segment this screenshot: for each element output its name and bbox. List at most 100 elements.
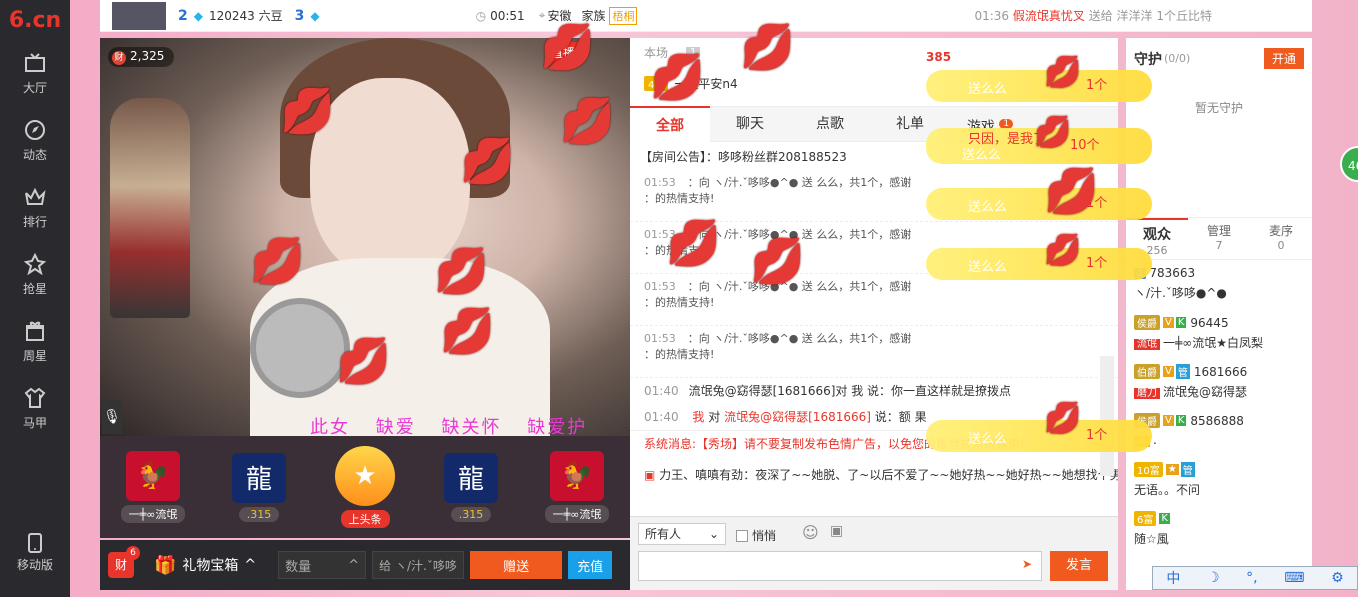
nav-item-hall[interactable]: 大厅	[0, 40, 70, 107]
scene-value: 385	[926, 50, 952, 64]
nav-item-grab-star[interactable]: 抢星	[0, 241, 70, 308]
k-icon: K	[1175, 415, 1187, 426]
whisper-checkbox[interactable]	[736, 529, 748, 542]
gift-item[interactable]: 龍 .315	[426, 452, 516, 522]
overlay-word: 缺爱护	[527, 417, 588, 438]
msg-user[interactable]: 流氓兔@窈得瑟	[724, 410, 808, 424]
ticker-time: 01:36	[974, 9, 1010, 23]
msg-line2: ：的热情支持!	[644, 192, 715, 205]
user-id: 8586888	[1190, 413, 1244, 428]
tab-all[interactable]: 全部	[630, 106, 710, 142]
send-message-button[interactable]: 发言	[1050, 551, 1108, 581]
msg-time: 01:53	[644, 280, 676, 293]
recipient-value: ヽ/汁.ˇ哆哆	[395, 558, 457, 573]
compass-icon	[23, 118, 47, 142]
kiss-icon: 💋	[250, 236, 305, 287]
user-name: ヽ/汁.ˇ哆哆●^●	[1134, 286, 1227, 300]
nav-label: 周星	[22, 349, 47, 363]
gift-item[interactable]: 🐓 一╪∞流氓	[108, 451, 198, 523]
nav-item-week-star[interactable]: 周星	[0, 308, 70, 375]
keyboard-icon[interactable]: ⌨	[1284, 570, 1304, 586]
k-icon: K	[1175, 317, 1187, 328]
kiss-icon: 💋	[560, 96, 615, 147]
audience-user[interactable]: 2783663 ヽ/汁.ˇ哆哆●^●	[1126, 260, 1312, 309]
ime-toolbar: 中 ☽ °, ⌨ ⚙	[1152, 566, 1358, 590]
host-avatar[interactable]	[112, 1, 166, 30]
recharge-label: 充值	[577, 559, 604, 575]
tab-mic-queue[interactable]: 麦序 0	[1250, 218, 1312, 259]
tray-item[interactable]: 中	[1166, 568, 1180, 588]
wealth-button[interactable]: 财6	[108, 546, 140, 578]
popup-count: 10个	[1070, 138, 1100, 153]
audience-user[interactable]: 伯爵 V 管 1681666 磨刀 流氓兔@窈得瑟	[1126, 358, 1312, 407]
location-icon: ⌖	[538, 8, 546, 22]
user-tag: 流氓	[1134, 339, 1160, 350]
user-id: 1681666	[1193, 364, 1248, 379]
popup-text: 送么么	[968, 82, 1008, 97]
chat-message: 01:53 ：向 ヽ/汁.ˇ哆哆●^● 送 么么，共1个，感谢 ：的热情支持!	[630, 274, 1118, 326]
emoji-icon[interactable]: ☺	[802, 523, 819, 542]
left-nav: 6.cn 大厅 动态 排行 抢星 周星 马甲 移动版	[0, 0, 70, 597]
side-float-badge[interactable]: 46	[1340, 146, 1358, 182]
star-icon	[23, 252, 47, 276]
audience-user[interactable]: 侯爵 V K 96445 流氓 一╪∞流氓★白凤梨	[1126, 309, 1312, 358]
wealth-badge[interactable]: 财 2,325	[108, 47, 175, 67]
site-logo[interactable]: 6.cn	[0, 0, 70, 40]
quantity-input[interactable]: 数量 ^	[278, 551, 367, 579]
wealth-button-label: 财	[114, 558, 127, 572]
chevron-down-icon: ⌄	[708, 527, 719, 541]
chat-scrollbar[interactable]	[1100, 356, 1114, 476]
nav-item-vest[interactable]: 马甲	[0, 375, 70, 442]
kiss-icon: 💋	[1044, 55, 1082, 90]
vip-icon: V	[1163, 317, 1174, 328]
send-gift-button[interactable]: 赠送	[470, 551, 563, 579]
audience-user[interactable]: 侯爵VK8586888 人.	[1126, 407, 1312, 456]
gift-item[interactable]: 🐓 一╪∞流氓	[532, 451, 622, 523]
moon-icon[interactable]: ☽	[1207, 570, 1220, 586]
user-id: 783663	[1149, 266, 1196, 280]
microphone	[250, 298, 350, 398]
family-tag[interactable]: 梧桐	[609, 6, 638, 25]
live-duration: 00:51	[490, 8, 525, 23]
gift-label: 一╪∞流氓	[544, 505, 610, 523]
whisper-toggle[interactable]: 悄悄	[736, 527, 776, 544]
tab-song[interactable]: 点歌	[790, 106, 870, 142]
audience-user[interactable]: 10富 ★ 管 无语。。不问	[1126, 456, 1312, 505]
chevron-up-icon: ^	[348, 557, 360, 573]
tab-admin[interactable]: 管理 7	[1188, 218, 1250, 259]
recharge-button[interactable]: 充值	[568, 551, 613, 579]
microphone-icon[interactable]: 🎙	[102, 400, 122, 434]
k-icon: K	[1159, 513, 1170, 524]
broadcast-user[interactable]: 力王、嗔嗔有劲	[659, 468, 743, 482]
tv-icon	[23, 51, 47, 75]
gift-item-headline[interactable]: ★ 上头条	[320, 446, 410, 528]
tab-chat[interactable]: 聊天	[710, 106, 790, 142]
chevron-up-icon: ^	[244, 557, 257, 573]
chat-target-select[interactable]: 所有人 ⌄	[638, 523, 726, 545]
gift-item[interactable]: 龍 .315	[214, 452, 304, 522]
guard-section: 守护 (0/0) 开通 暂无守护	[1126, 38, 1312, 218]
rooster-icon: 🐓	[126, 451, 180, 501]
audience-panel: 守护(0/0) 开通 暂无守护 观众256 管理7 麦序0 2783663 ヽ/…	[1126, 38, 1312, 590]
nav-item-rank[interactable]: 排行	[0, 174, 70, 241]
gift-box-button[interactable]: 🎁 礼物宝箱 ^	[154, 555, 256, 576]
nav-item-feed[interactable]: 动态	[0, 107, 70, 174]
user-level: 6富	[1134, 511, 1157, 526]
kiss-icon: 💋	[1044, 401, 1082, 436]
mobile-version-link[interactable]: 移动版	[0, 530, 70, 575]
punctuation-icon[interactable]: °,	[1246, 570, 1257, 586]
msg-to: 对	[708, 410, 721, 424]
chat-target-value: 所有人	[645, 527, 682, 541]
recipient-field[interactable]: 给 ヽ/汁.ˇ哆哆	[372, 551, 465, 579]
guard-open-button[interactable]: 开通	[1263, 48, 1304, 69]
popup-count: 1个	[1086, 78, 1108, 93]
image-icon[interactable]: ▣	[830, 523, 843, 539]
chat-message-input[interactable]	[638, 551, 1042, 581]
user-tag: 磨刀	[1134, 388, 1160, 399]
gift-popup: 送么么 1个	[926, 420, 1152, 452]
audience-user[interactable]: 6富 K 随☆風	[1126, 505, 1312, 554]
kiss-icon: 💋	[666, 218, 721, 269]
overlay-word: 缺关怀	[441, 417, 502, 438]
ticker-user[interactable]: 假流氓真忧叉	[1013, 9, 1085, 23]
gear-icon[interactable]: ⚙	[1331, 570, 1344, 586]
